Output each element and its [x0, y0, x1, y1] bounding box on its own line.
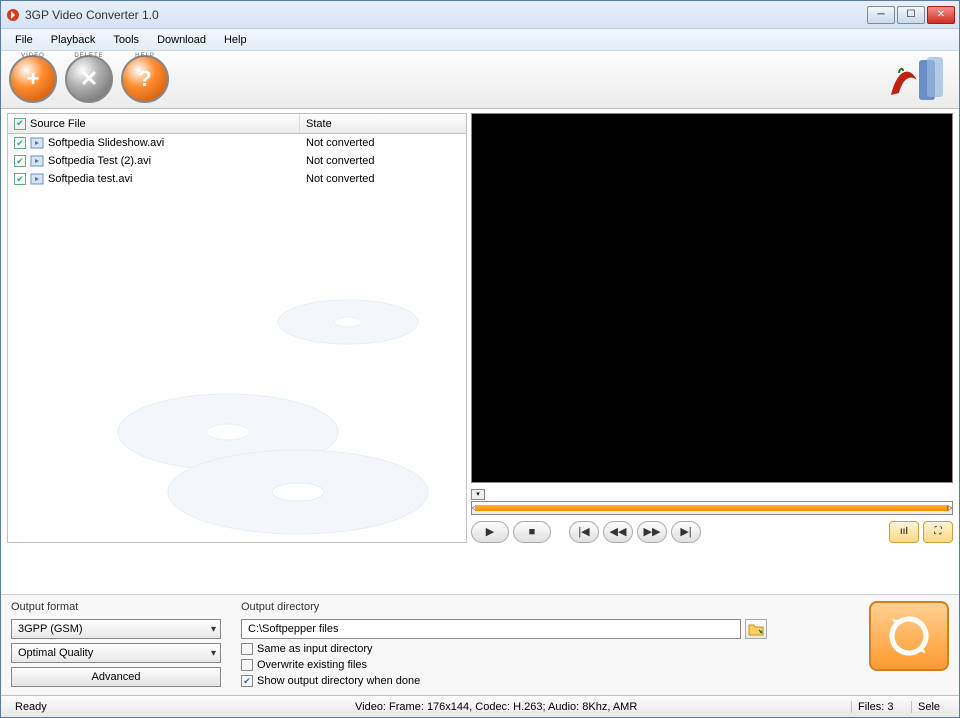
format-select[interactable]: 3GPP (GSM)	[11, 619, 221, 639]
help-button[interactable]: HELP ?	[121, 55, 171, 105]
volume-button[interactable]: ııI	[889, 521, 919, 543]
file-name: Softpedia Slideshow.avi	[48, 137, 164, 149]
next-button[interactable]: ▶|	[671, 521, 701, 543]
table-row[interactable]: ✔ Softpedia test.avi Not converted	[8, 170, 466, 188]
close-button[interactable]: ✕	[927, 6, 955, 24]
app-logo-icon	[889, 55, 949, 105]
status-selected: Sele	[911, 701, 951, 713]
prev-button[interactable]: |◀	[569, 521, 599, 543]
table-body: ✔ Softpedia Slideshow.avi Not converted …	[8, 134, 466, 188]
convert-button[interactable]	[869, 601, 949, 671]
col-source[interactable]: Source File	[30, 118, 86, 130]
main-area: ✔ Source File State ✔ Softpedia Slidesho…	[1, 109, 959, 586]
quality-select[interactable]: Optimal Quality	[11, 643, 221, 663]
stop-button[interactable]: ■	[513, 521, 551, 543]
app-icon	[5, 7, 21, 23]
menubar: File Playback Tools Download Help	[1, 29, 959, 51]
forward-button[interactable]: ▶▶	[637, 521, 667, 543]
seek-dropdown-button[interactable]: ▾	[471, 489, 485, 500]
file-state: Not converted	[300, 173, 380, 185]
col-state[interactable]: State	[300, 114, 466, 133]
seek-slider[interactable]: ◃ ▹	[471, 501, 953, 515]
row-checkbox[interactable]: ✔	[14, 173, 26, 185]
output-format-label: Output format	[11, 601, 221, 613]
select-all-checkbox[interactable]: ✔	[14, 118, 26, 130]
status-video-info: Video: Frame: 176x144, Codec: H.263; Aud…	[349, 701, 851, 713]
bottom-panel: Output format 3GPP (GSM) Optimal Quality…	[1, 594, 959, 695]
preview-pane: ▾ ◃ ▹ ▶ ■ |◀ ◀◀ ▶▶ ▶| ııI ⛶	[471, 113, 953, 586]
maximize-button[interactable]: ☐	[897, 6, 925, 24]
video-preview[interactable]	[471, 113, 953, 483]
video-file-icon	[30, 154, 44, 168]
browse-folder-button[interactable]	[745, 619, 767, 639]
file-state: Not converted	[300, 155, 380, 167]
same-as-input-row[interactable]: Same as input directory	[241, 643, 849, 655]
add-video-button[interactable]: VIDEO +	[9, 55, 59, 105]
file-state: Not converted	[300, 137, 380, 149]
status-files: Files: 3	[851, 701, 911, 713]
file-name: Softpedia Test (2).avi	[48, 155, 151, 167]
show-output-row[interactable]: ✔ Show output directory when done	[241, 675, 849, 687]
video-file-icon	[30, 172, 44, 186]
file-list-pane: ✔ Source File State ✔ Softpedia Slidesho…	[7, 113, 467, 586]
toolbar: VIDEO + DELETE ✕ HELP ?	[1, 51, 959, 109]
output-dir-label: Output directory	[241, 601, 849, 613]
output-format-group: Output format 3GPP (GSM) Optimal Quality…	[11, 601, 221, 687]
file-table: ✔ Source File State ✔ Softpedia Slidesho…	[7, 113, 467, 543]
fullscreen-button[interactable]: ⛶	[923, 521, 953, 543]
same-as-input-checkbox[interactable]	[241, 643, 253, 655]
titlebar[interactable]: 3GP Video Converter 1.0 ─ ☐ ✕	[1, 1, 959, 29]
statusbar: Ready Video: Frame: 176x144, Codec: H.26…	[1, 695, 959, 717]
seek-area: ▾ ◃ ▹	[471, 487, 953, 515]
menu-playback[interactable]: Playback	[43, 32, 104, 48]
menu-tools[interactable]: Tools	[105, 32, 147, 48]
menu-help[interactable]: Help	[216, 32, 255, 48]
status-ready: Ready	[9, 701, 349, 713]
video-file-icon	[30, 136, 44, 150]
convert-icon	[884, 611, 934, 661]
show-output-checkbox[interactable]: ✔	[241, 675, 253, 687]
advanced-button[interactable]: Advanced	[11, 667, 221, 687]
overwrite-row[interactable]: Overwrite existing files	[241, 659, 849, 671]
seek-end-icon: ▹	[946, 502, 954, 514]
player-controls: ▶ ■ |◀ ◀◀ ▶▶ ▶| ııI ⛶	[471, 521, 953, 543]
output-dir-group: Output directory Same as input directory…	[241, 601, 849, 687]
table-row[interactable]: ✔ Softpedia Slideshow.avi Not converted	[8, 134, 466, 152]
play-button[interactable]: ▶	[471, 521, 509, 543]
folder-icon	[748, 622, 764, 636]
rewind-button[interactable]: ◀◀	[603, 521, 633, 543]
menu-file[interactable]: File	[7, 32, 41, 48]
window-title: 3GP Video Converter 1.0	[25, 8, 867, 22]
row-checkbox[interactable]: ✔	[14, 137, 26, 149]
menu-download[interactable]: Download	[149, 32, 214, 48]
file-name: Softpedia test.avi	[48, 173, 132, 185]
table-row[interactable]: ✔ Softpedia Test (2).avi Not converted	[8, 152, 466, 170]
output-dir-input[interactable]	[241, 619, 741, 639]
overwrite-checkbox[interactable]	[241, 659, 253, 671]
app-window: 3GP Video Converter 1.0 ─ ☐ ✕ File Playb…	[0, 0, 960, 718]
delete-button[interactable]: DELETE ✕	[65, 55, 115, 105]
row-checkbox[interactable]: ✔	[14, 155, 26, 167]
minimize-button[interactable]: ─	[867, 6, 895, 24]
disc-decoration-icon	[8, 282, 467, 542]
